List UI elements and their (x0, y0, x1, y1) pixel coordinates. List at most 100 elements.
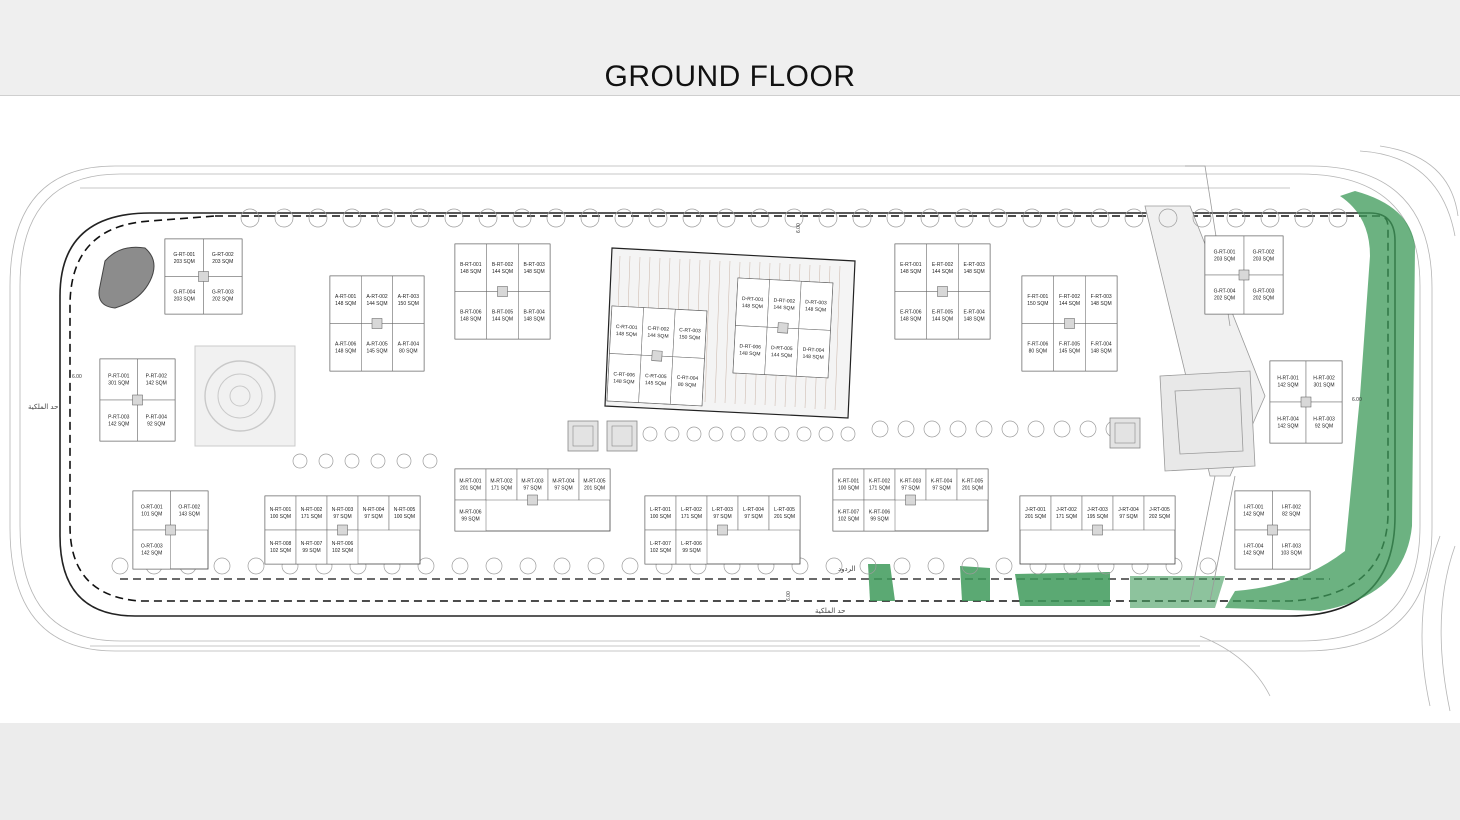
unit-code: D-RT-004 (803, 347, 825, 354)
unit-code: K-RT-002 (869, 479, 891, 485)
unit-cell (137, 399, 176, 442)
unit-code: J-RT-001 (1025, 507, 1046, 513)
unit-code: B-RT-004 (524, 309, 546, 315)
unit-code: O-RT-001 (141, 505, 163, 511)
unit-code: L-RT-003 (712, 507, 733, 513)
road-label-bottom: حد الملكية (815, 607, 845, 615)
tree (587, 557, 605, 575)
stair-core (198, 271, 209, 282)
unit-cell (392, 323, 425, 372)
floor-plan-panel: G-RT-001 203 SQM G-RT-002 203 SQM G-RT-004 20… (0, 95, 1460, 724)
road-label-south: الردود (838, 565, 856, 573)
tree (920, 208, 940, 228)
unit-area: 148 SQM (900, 316, 921, 322)
unit-area: 148 SQM (900, 269, 921, 275)
unit-code: I-RT-004 (1244, 544, 1264, 550)
unit-code: B-RT-002 (492, 262, 514, 268)
unit-block: F-RT-001150 SQMF-RT-002144 SQMF-RT-00314… (1021, 275, 1118, 372)
unit-code: L-RT-002 (681, 507, 702, 513)
unit-cell (958, 243, 991, 292)
unit-area: 144 SQM (773, 305, 794, 312)
stair-core (527, 494, 538, 506)
road-label-west: حد الملكية (28, 403, 58, 411)
unit-area: 97 SQM (1119, 514, 1137, 520)
unit-code: G-RT-002 (212, 252, 234, 258)
unit-code: B-RT-006 (460, 309, 482, 315)
unit-code: N-RT-004 (363, 507, 385, 513)
unit-area: 144 SQM (771, 352, 792, 359)
unit-code: A-RT-005 (366, 341, 388, 347)
unit-cell (264, 529, 297, 565)
tree (422, 453, 438, 469)
unit-cell (203, 276, 243, 315)
unit-area: 144 SQM (1059, 301, 1080, 307)
tree (1226, 208, 1246, 228)
tree (975, 420, 993, 438)
unit-area: 97 SQM (554, 486, 572, 492)
unit-area: 150 SQM (679, 334, 700, 341)
tree (308, 208, 328, 228)
central-plaza (194, 345, 296, 447)
unit-cell (518, 291, 551, 340)
unit-cell (486, 243, 519, 292)
tree (1260, 208, 1280, 228)
unit-code: E-RT-001 (900, 262, 922, 268)
unit-code: D-RT-002 (773, 298, 795, 305)
unit-area: 144 SQM (932, 316, 953, 322)
tree (344, 453, 360, 469)
unit-area: 80 SQM (1029, 348, 1047, 354)
unit-cell (735, 277, 770, 328)
unit-cell (295, 495, 328, 531)
unit-area: 97 SQM (713, 514, 731, 520)
unit-cell (732, 325, 768, 375)
unit-area: 201 SQM (460, 486, 481, 492)
unit-cell (99, 358, 138, 401)
unit-area: 201 SQM (962, 486, 983, 492)
tree (954, 208, 974, 228)
unit-cell (926, 291, 959, 340)
unit-area: 82 SQM (1282, 512, 1300, 518)
unit-code: B-RT-001 (460, 262, 482, 268)
unit-cell (518, 243, 551, 292)
unit-cell (798, 281, 834, 331)
unit-area: 97 SQM (932, 486, 950, 492)
unit-cell (675, 495, 708, 531)
stair-core (371, 318, 383, 329)
unit-cell (1234, 529, 1273, 570)
unit-code: N-RT-007 (301, 541, 323, 547)
unit-cell (644, 529, 677, 565)
tree (750, 208, 770, 228)
tree (852, 208, 872, 228)
stair-core (165, 524, 176, 536)
unit-area: 97 SQM (901, 486, 919, 492)
tree (1199, 557, 1217, 575)
unit-code: A-RT-001 (335, 294, 357, 300)
unit-area: 201 SQM (1025, 514, 1046, 520)
unit-area: 99 SQM (870, 517, 888, 523)
unit-cell (137, 358, 176, 401)
tree (648, 208, 668, 228)
unit-code: H-RT-003 (1313, 417, 1335, 423)
unit-code: J-RT-005 (1149, 507, 1170, 513)
unit-cell (925, 468, 958, 501)
unit-code: F-RT-006 (1027, 341, 1048, 347)
unit-cell (454, 468, 487, 501)
unit-cell (1143, 495, 1176, 531)
unit-code: L-RT-004 (743, 507, 764, 513)
unit-block: N-RT-001100 SQMN-RT-002171 SQMN-RT-00397… (264, 495, 421, 565)
unit-area: 150 SQM (398, 301, 419, 307)
unit-code: J-RT-004 (1118, 507, 1139, 513)
unit-area: 144 SQM (932, 269, 953, 275)
unit-code: M-RT-003 (521, 479, 543, 485)
unit-cell (361, 323, 393, 372)
unit-code: G-RT-003 (212, 289, 234, 295)
unit-block: B-RT-001148 SQMB-RT-002144 SQMB-RT-00314… (454, 243, 551, 340)
stair-core (777, 322, 789, 334)
unit-code: N-RT-003 (332, 507, 354, 513)
stair-core (717, 524, 728, 536)
unit-area: 171 SQM (869, 486, 890, 492)
unit-area: 148 SQM (335, 301, 356, 307)
unit-area: 144 SQM (647, 333, 668, 340)
unit-block: K-RT-001100 SQMK-RT-002171 SQMK-RT-00397… (832, 468, 989, 532)
tree (1328, 208, 1348, 228)
